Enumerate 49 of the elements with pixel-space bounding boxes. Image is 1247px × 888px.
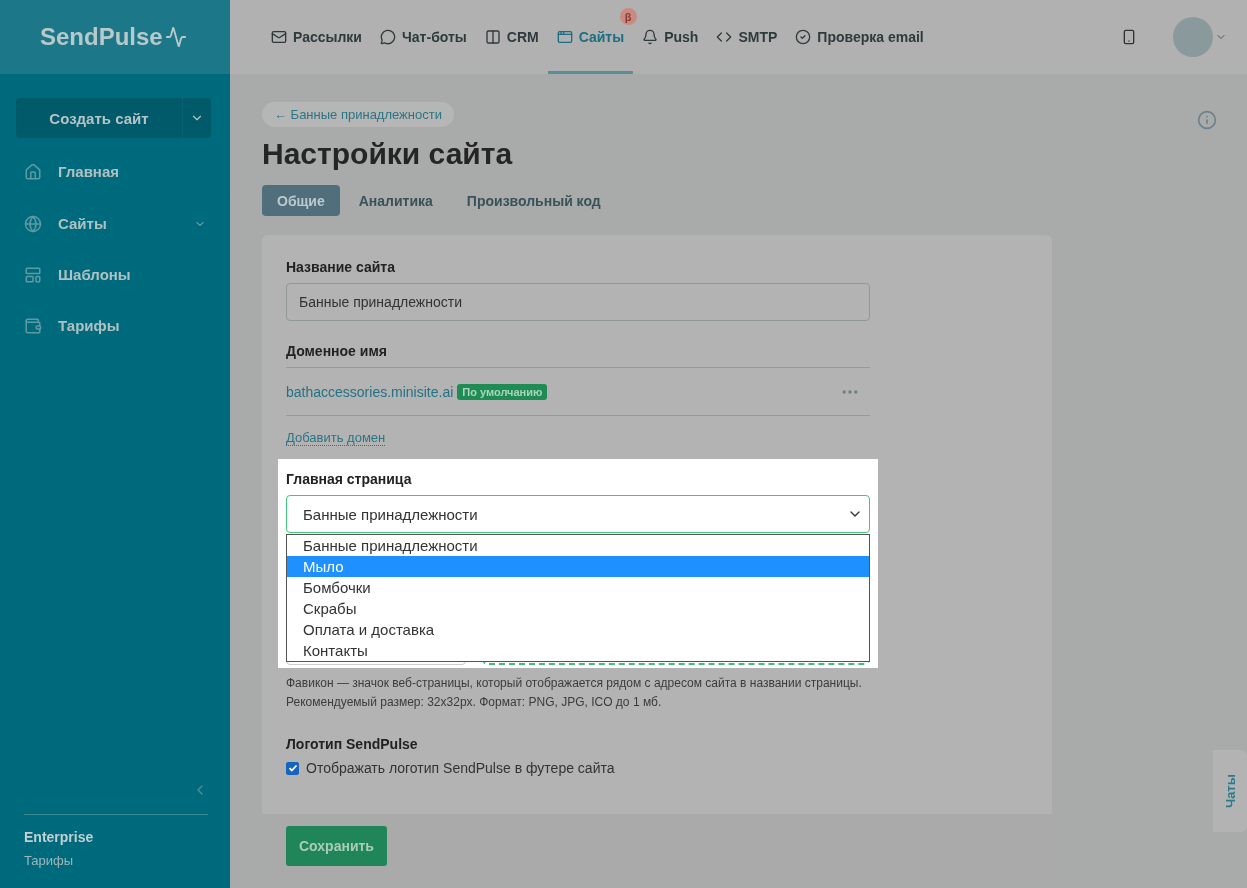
default-badge: По умолчанию (457, 383, 548, 400)
phone-icon[interactable] (1121, 29, 1137, 45)
home-page-select[interactable]: Банные принадлежности (286, 495, 870, 533)
globe-icon (24, 214, 42, 233)
checkbox-label: Отображать логотип SendPulse в футере сайта (306, 760, 615, 776)
nav-tab[interactable]: Проверка email (786, 0, 933, 74)
chat-bubble-icon (380, 29, 396, 45)
checkbox[interactable] (286, 761, 299, 775)
nav-tab[interactable]: Сайты β (547, 0, 634, 74)
code-icon (716, 29, 733, 45)
mail-icon (271, 29, 287, 45)
dropdown-option[interactable]: Мыло (287, 556, 869, 577)
tab[interactable]: Аналитика (343, 185, 448, 216)
favicon-hint: Фавикон — значок веб-страницы, который отображается рядом с адресом сайта в названии страницы. Рекомендуемый размер: 32x32px. Формат: PNG, JPG, ICO до 1 мб. (286, 675, 863, 711)
pulse-icon (164, 26, 187, 48)
check-circle-icon (795, 29, 812, 45)
avatar[interactable] (1173, 17, 1213, 57)
tab[interactable]: Общие (262, 185, 340, 216)
sidebar-item[interactable]: Сайты (0, 198, 230, 249)
tab[interactable]: Произвольный код (451, 185, 616, 216)
plan-name: Enterprise (24, 829, 95, 845)
bell-icon (642, 29, 659, 45)
sidebar-item[interactable]: Тарифы (0, 300, 230, 351)
chats-tab[interactable]: Чаты (1213, 750, 1247, 832)
domain-link[interactable]: bathaccessories.minisite.ai (286, 383, 454, 400)
sidebar-item[interactable]: Шаблоны (0, 249, 230, 300)
page-title: Настройки сайта (262, 137, 513, 171)
info-icon[interactable] (1197, 110, 1217, 130)
site-name-field[interactable]: Банные принадлежности (286, 283, 870, 321)
field-label: Главная страница (286, 471, 413, 487)
template-icon (24, 265, 42, 284)
logo-text: SendPulse (40, 23, 163, 51)
house-icon (24, 162, 42, 181)
back-link[interactable]: ← Банные принадлежности (262, 102, 454, 127)
nav-tab[interactable]: Рассылки (262, 0, 371, 74)
nav-tab[interactable]: CRM (475, 0, 548, 74)
save-button[interactable]: Сохранить (286, 826, 387, 866)
wallet-icon (24, 316, 42, 335)
field-label: Логотип SendPulse (286, 736, 419, 752)
columns-icon (484, 29, 501, 45)
add-domain-link[interactable]: Добавить домен (286, 430, 386, 446)
nav-tab[interactable]: SMTP (707, 0, 787, 74)
beta-badge: β (619, 8, 637, 25)
sidebar-item[interactable]: Главная (0, 146, 230, 197)
nav-tab[interactable]: Чат-боты (371, 0, 476, 74)
field-label: Название сайта (286, 259, 396, 275)
field-label: Доменное имя (286, 343, 388, 359)
pricing-link[interactable]: Тарифы (24, 853, 208, 868)
browser-window-icon (556, 29, 573, 45)
